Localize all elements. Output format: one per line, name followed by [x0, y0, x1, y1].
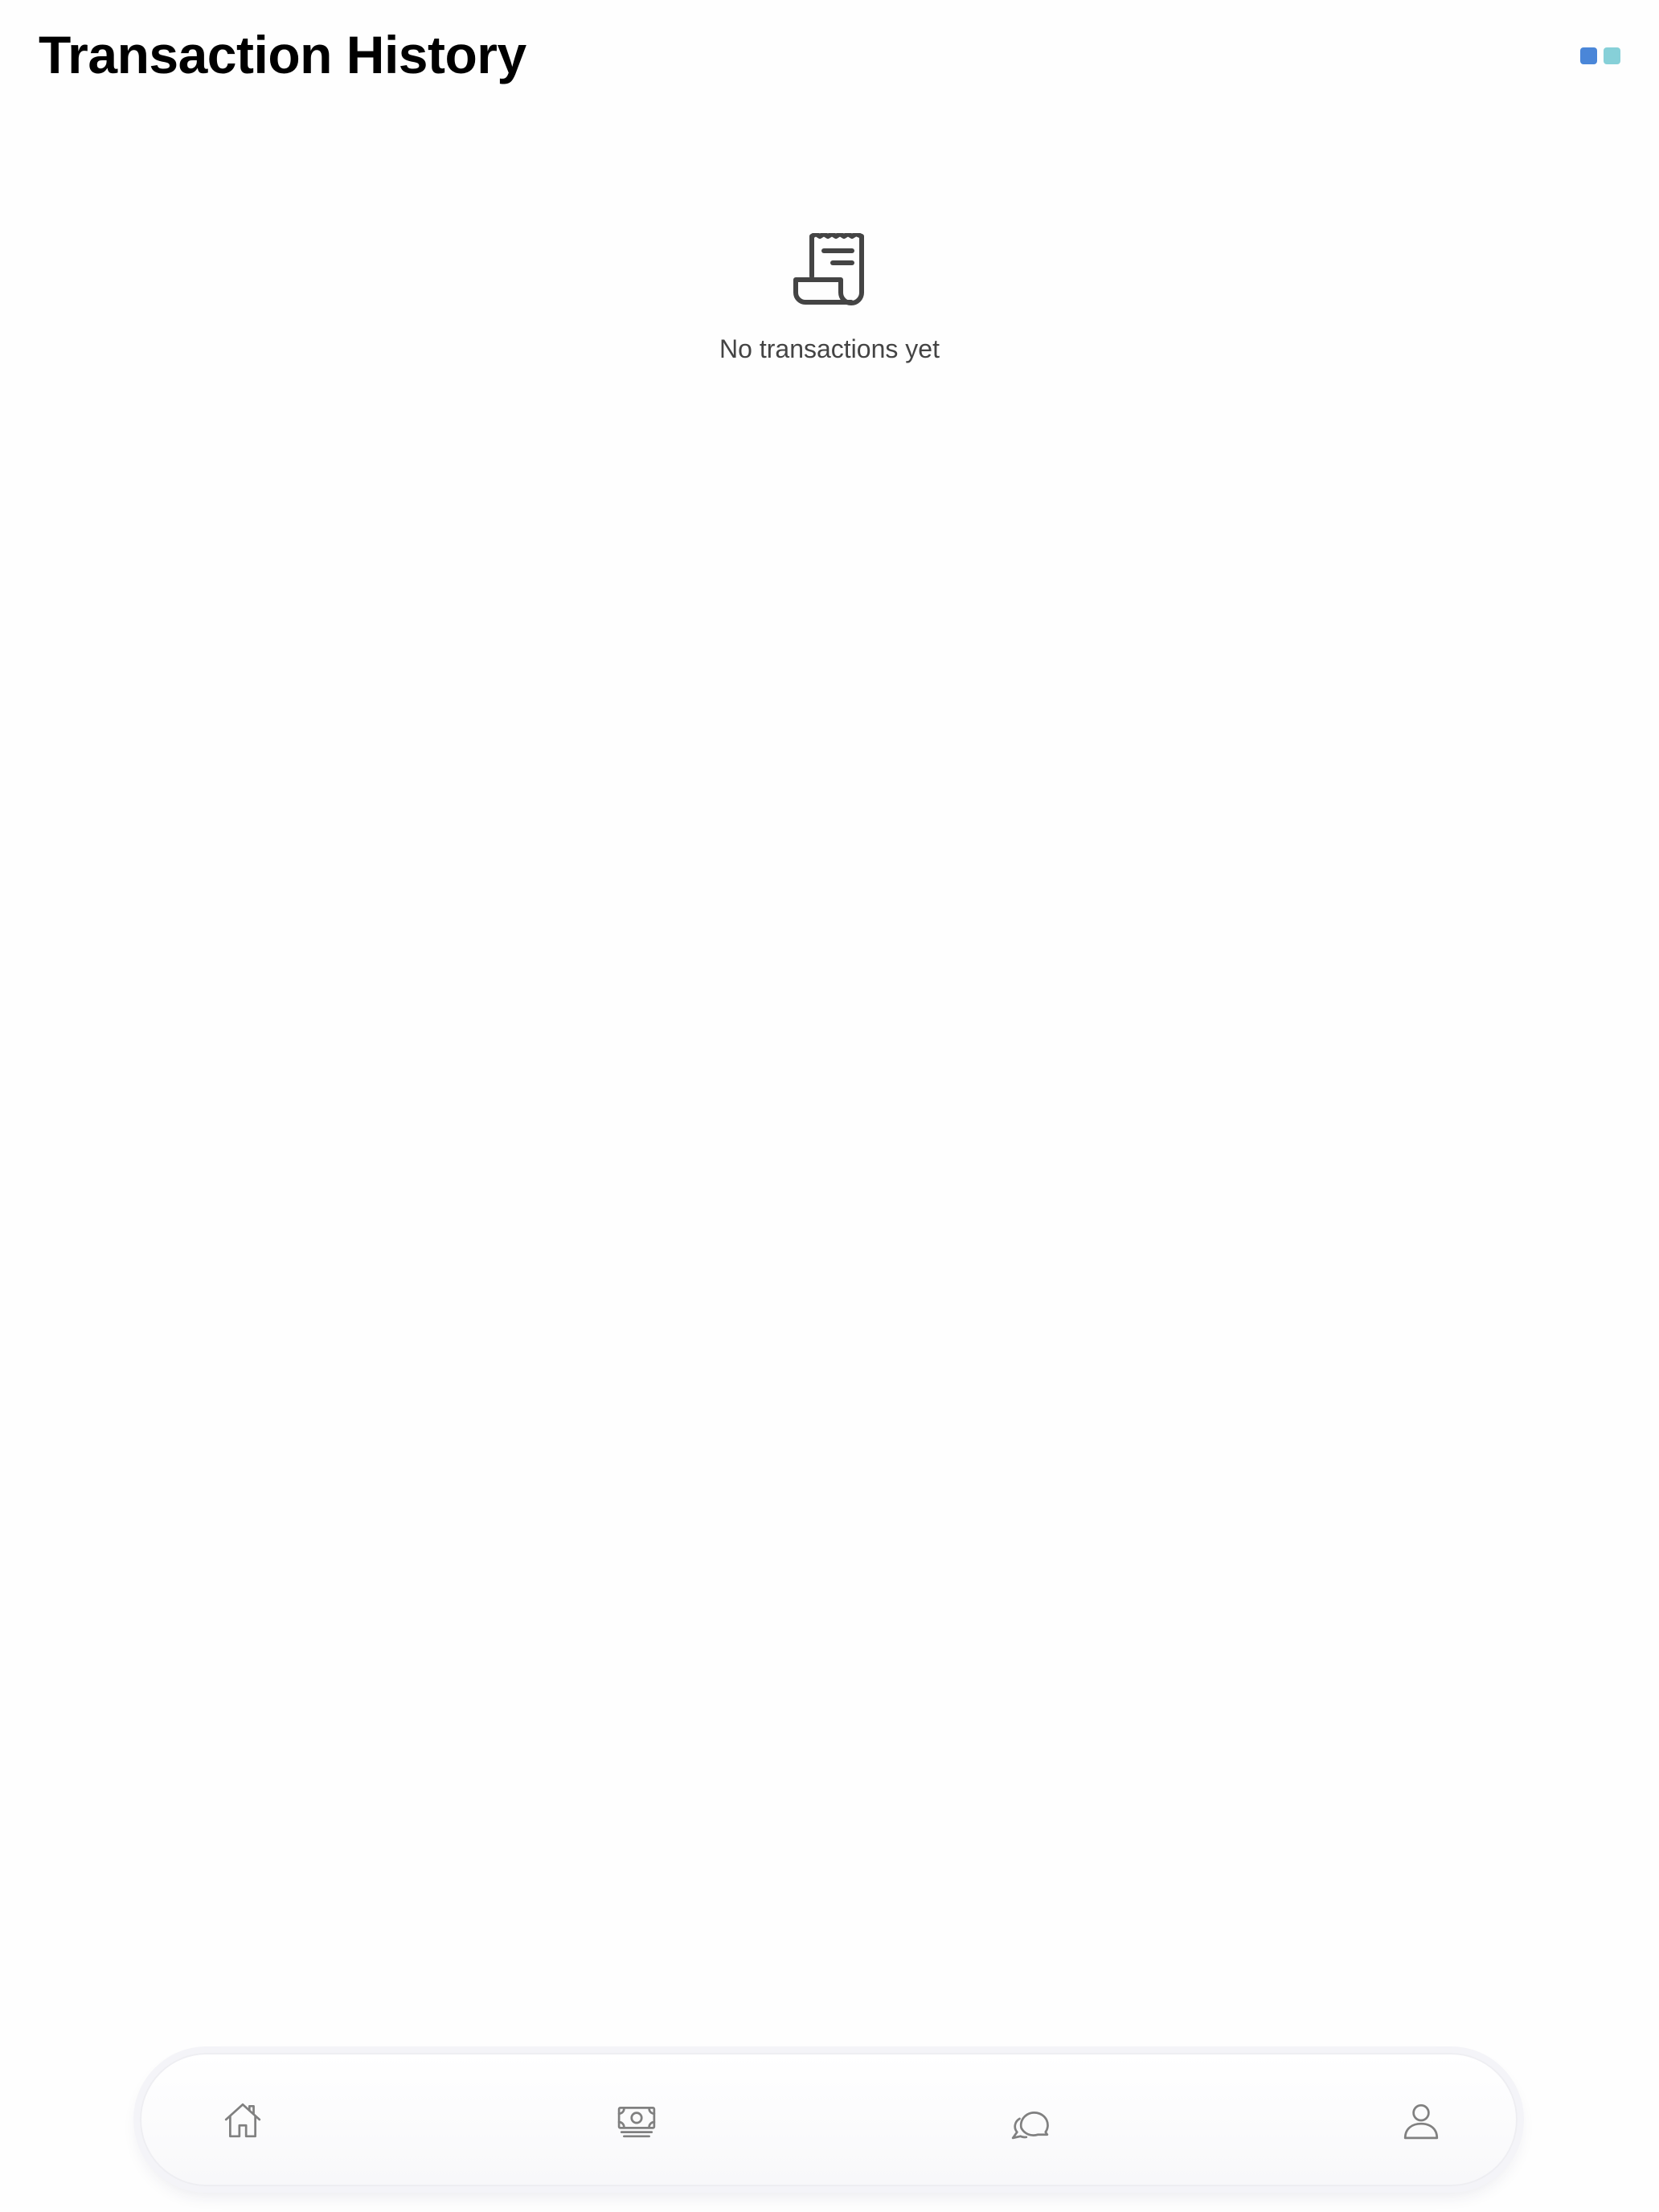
bottom-nav-bar [140, 2053, 1518, 2186]
nav-profile-button[interactable] [1379, 2079, 1463, 2162]
nav-home-button[interactable] [201, 2079, 285, 2162]
user-icon [1403, 2103, 1439, 2140]
empty-state: No transactions yet [0, 233, 1659, 365]
brand-square-blue [1580, 47, 1597, 64]
brand-square-teal [1604, 47, 1620, 64]
empty-state-message: No transactions yet [719, 334, 940, 363]
nav-messages-button[interactable] [988, 2079, 1071, 2162]
receipt-icon [793, 233, 864, 305]
page-title: Transaction History [39, 25, 526, 84]
transaction-history-screen: Transaction History No transactions yet [0, 0, 1659, 2212]
brand-logo [1580, 47, 1620, 64]
nav-payments-button[interactable] [595, 2079, 678, 2162]
chat-bubble-icon [1011, 2112, 1049, 2140]
home-icon [224, 2103, 261, 2138]
cash-icon [617, 2107, 656, 2138]
